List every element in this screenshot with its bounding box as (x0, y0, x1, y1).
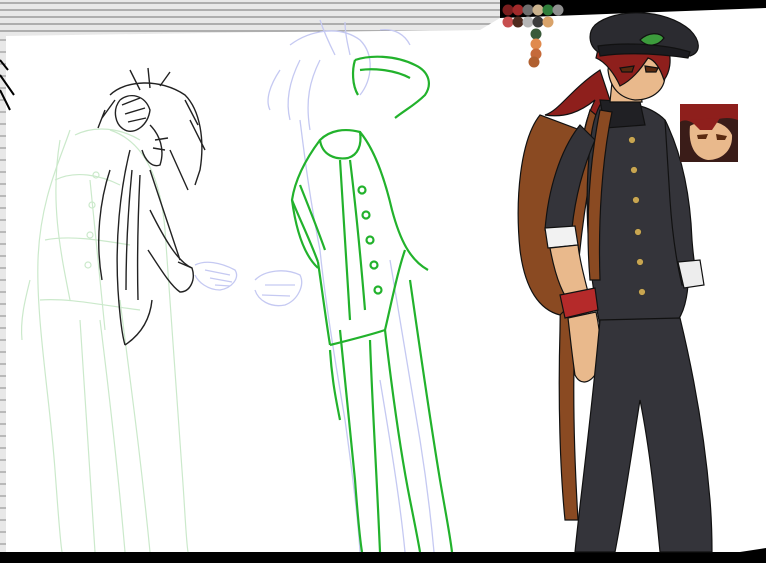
artwork (0, 0, 766, 563)
face-closeup-thumbnail (680, 104, 738, 162)
shirt-cuff (544, 225, 579, 249)
illustration-canvas (0, 0, 766, 563)
